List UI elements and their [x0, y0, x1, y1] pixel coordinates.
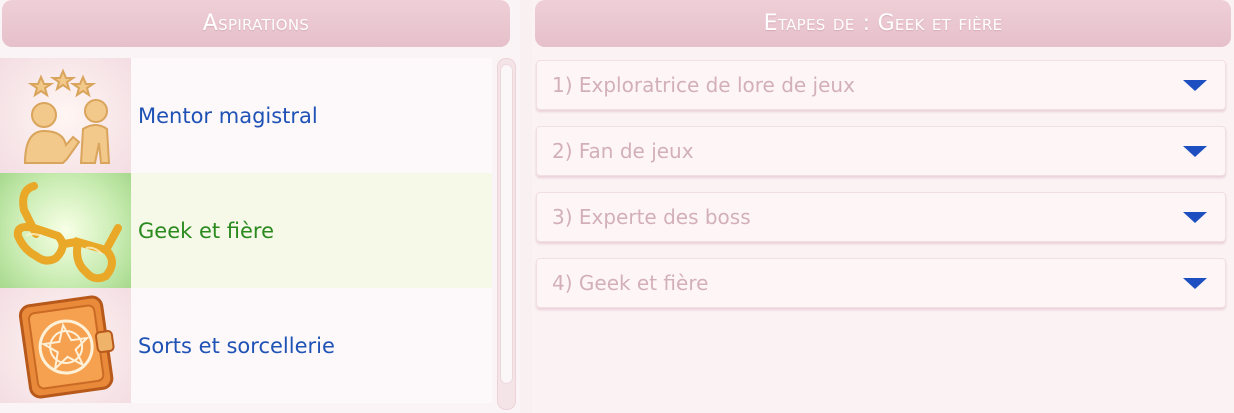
step-label: 1) Exploratrice de lore de jeux [552, 73, 855, 97]
glasses-icon [0, 173, 131, 288]
aspirations-header: Aspirations [2, 0, 510, 47]
spellbook-icon [0, 288, 131, 403]
step-label: 4) Geek et fière [552, 271, 709, 295]
aspiration-label: Mentor magistral [138, 103, 318, 128]
step-item-4[interactable]: 4) Geek et fière [536, 258, 1226, 308]
chevron-down-icon[interactable] [1183, 80, 1207, 91]
chevron-down-icon[interactable] [1183, 278, 1207, 289]
aspiration-item-mentor[interactable]: Mentor magistral [0, 58, 492, 173]
step-item-2[interactable]: 2) Fan de jeux [536, 126, 1226, 176]
step-item-3[interactable]: 3) Experte des boss [536, 192, 1226, 242]
steps-list: 1) Exploratrice de lore de jeux 2) Fan d… [536, 60, 1226, 324]
step-label: 3) Experte des boss [552, 205, 751, 229]
aspirations-title: Aspirations [202, 11, 310, 36]
mentor-icon [0, 58, 131, 173]
chevron-down-icon[interactable] [1183, 146, 1207, 157]
aspiration-item-geek[interactable]: Geek et fière [0, 173, 492, 288]
step-item-1[interactable]: 1) Exploratrice de lore de jeux [536, 60, 1226, 110]
aspiration-list: Mentor magistral Geek et fière Sorts et … [0, 58, 492, 403]
steps-title-prefix: Etapes de [763, 11, 855, 36]
step-label: 2) Fan de jeux [552, 139, 694, 163]
aspiration-label: Sorts et sorcellerie [138, 333, 335, 358]
steps-title-name: : Geek et fière [862, 11, 1003, 36]
aspiration-label: Geek et fière [138, 218, 275, 243]
steps-header: Etapes de : Geek et fière [535, 0, 1231, 47]
aspiration-item-sorts[interactable]: Sorts et sorcellerie [0, 288, 492, 403]
aspiration-scrollbar[interactable] [497, 58, 516, 410]
scrollbar-thumb[interactable] [500, 64, 513, 384]
chevron-down-icon[interactable] [1183, 212, 1207, 223]
